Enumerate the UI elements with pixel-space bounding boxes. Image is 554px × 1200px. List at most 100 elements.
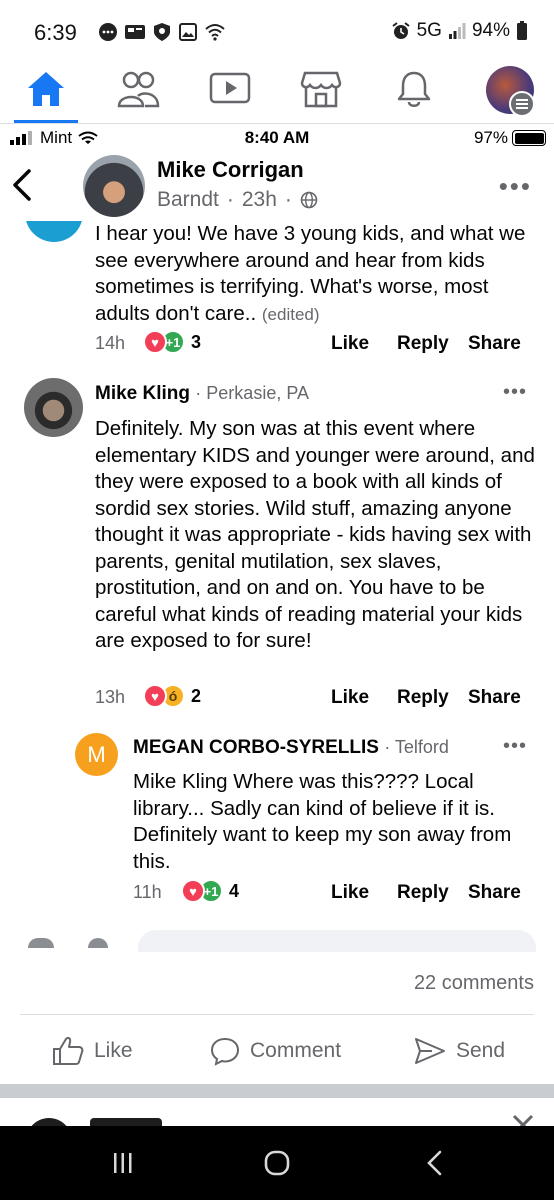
divider bbox=[20, 1014, 534, 1015]
watch-tab[interactable] bbox=[207, 66, 253, 112]
home-circle-icon bbox=[264, 1150, 290, 1176]
heart-reaction-icon: ♥ bbox=[143, 330, 167, 354]
comment-text: Definitely. My son was at this event whe… bbox=[95, 417, 535, 652]
author-avatar[interactable] bbox=[83, 155, 145, 217]
notifications-tab[interactable] bbox=[391, 66, 437, 112]
reaction-summary[interactable]: ♥ ó 2 bbox=[143, 684, 201, 708]
reply-button[interactable]: Reply bbox=[397, 882, 449, 904]
reaction-count: 4 bbox=[229, 880, 240, 901]
ios-battery: 97% bbox=[474, 128, 546, 148]
commenter-location: · Perkasie, PA bbox=[195, 383, 310, 403]
reaction-summary[interactable]: ♥ +1 4 bbox=[181, 879, 239, 903]
marketplace-icon bbox=[300, 71, 342, 108]
home-button[interactable] bbox=[262, 1148, 292, 1178]
commenter-location: · Telford bbox=[384, 737, 449, 757]
heart-reaction-icon: ♥ bbox=[143, 684, 167, 708]
like-button[interactable]: Like bbox=[331, 882, 369, 904]
post-comment-button[interactable]: Comment bbox=[210, 1036, 341, 1066]
close-icon[interactable] bbox=[510, 1112, 536, 1126]
reply-button[interactable]: Reply bbox=[397, 333, 449, 355]
post-age[interactable]: 23h bbox=[242, 188, 277, 212]
messenger-icon bbox=[99, 23, 117, 41]
comment-icon bbox=[210, 1037, 240, 1066]
comment-actions: 14h ♥ +1 3 Like Reply Share bbox=[95, 330, 535, 356]
comment-actions: 13h ♥ ó 2 Like Reply Share bbox=[95, 684, 535, 710]
commenter-name[interactable]: Mike Kling bbox=[95, 383, 190, 404]
comment-actions: 11h ♥ +1 4 Like Reply Share bbox=[133, 879, 533, 905]
group-name[interactable]: Barndt bbox=[157, 188, 219, 212]
comment-input-bar[interactable] bbox=[138, 930, 536, 952]
ios-status-bar: Mint 8:40 AM 97% bbox=[0, 125, 554, 151]
active-tab-indicator bbox=[14, 120, 78, 123]
watch-icon bbox=[209, 72, 251, 104]
post-meta: Barndt · 23h · bbox=[157, 188, 318, 212]
back-chevron-icon bbox=[427, 1150, 442, 1176]
comments-count[interactable]: 22 comments bbox=[414, 972, 534, 995]
author-name[interactable]: Mike Corrigan bbox=[157, 157, 304, 183]
like-button[interactable]: Like bbox=[331, 687, 369, 709]
gallery-icon bbox=[179, 23, 197, 41]
feed-separator bbox=[0, 1084, 554, 1098]
post-action-bar: Like Comment Send bbox=[0, 1030, 554, 1076]
truncated-comment-area bbox=[0, 920, 554, 952]
battery-icon bbox=[512, 130, 546, 146]
like-label: Like bbox=[94, 1039, 133, 1062]
battery-percent: 94% bbox=[471, 20, 510, 41]
edited-label[interactable]: (edited) bbox=[262, 305, 320, 324]
ios-clock: 8:40 AM bbox=[244, 128, 310, 147]
next-post-author bbox=[90, 1118, 162, 1126]
next-post-avatar[interactable] bbox=[26, 1118, 72, 1126]
shield-icon bbox=[154, 23, 170, 41]
thumbs-up-icon bbox=[53, 1037, 84, 1065]
battery-icon bbox=[517, 21, 527, 40]
alarm-icon bbox=[392, 22, 410, 39]
share-button[interactable]: Share bbox=[468, 687, 521, 709]
comment-time[interactable]: 14h bbox=[95, 333, 125, 354]
next-post-peek bbox=[0, 1098, 554, 1126]
home-icon bbox=[28, 72, 64, 106]
comment-time[interactable]: 13h bbox=[95, 687, 125, 708]
reaction-summary[interactable]: ♥ +1 3 bbox=[143, 330, 201, 354]
like-button[interactable]: Like bbox=[331, 333, 369, 355]
truncated-avatar bbox=[88, 938, 108, 948]
comment-more-options-icon[interactable]: ••• bbox=[503, 381, 527, 404]
share-button[interactable]: Share bbox=[468, 882, 521, 904]
recents-button[interactable] bbox=[108, 1148, 138, 1178]
commenter-name-line: MEGAN CORBO-SYRELLIS · Telford bbox=[133, 737, 449, 759]
commenter-avatar[interactable]: M bbox=[75, 733, 118, 776]
meta-separator: · bbox=[284, 188, 292, 211]
signal-icon bbox=[448, 23, 466, 39]
send-icon bbox=[415, 1038, 445, 1064]
status-time: 6:39 bbox=[34, 20, 77, 45]
android-status-bar: 6:39 5G 94% bbox=[0, 0, 554, 62]
truncated-avatar bbox=[28, 938, 54, 948]
commenter-name[interactable]: MEGAN CORBO-SYRELLIS bbox=[133, 737, 379, 758]
status-right: 5G 94% bbox=[391, 20, 528, 42]
comment-text: Mike Kling Where was this???? Local libr… bbox=[133, 770, 512, 873]
commenter-avatar[interactable] bbox=[24, 378, 83, 437]
reaction-count: 3 bbox=[191, 331, 202, 352]
notifications-icon bbox=[397, 71, 431, 107]
reply-button[interactable]: Reply bbox=[397, 687, 449, 709]
post-header: Mike Corrigan Barndt · 23h · ••• bbox=[0, 151, 554, 221]
back-button[interactable] bbox=[420, 1148, 450, 1178]
wifi-icon bbox=[205, 24, 225, 41]
post-send-button[interactable]: Send bbox=[414, 1036, 505, 1066]
home-tab[interactable] bbox=[23, 66, 69, 112]
globe-icon bbox=[300, 191, 318, 209]
menu-icon[interactable] bbox=[509, 91, 535, 117]
heart-reaction-icon: ♥ bbox=[181, 879, 205, 903]
share-button[interactable]: Share bbox=[468, 333, 521, 355]
comment-more-options-icon[interactable]: ••• bbox=[503, 735, 527, 758]
reaction-count: 2 bbox=[191, 685, 202, 706]
post-more-options-icon[interactable]: ••• bbox=[499, 171, 532, 202]
post-like-button[interactable]: Like bbox=[52, 1036, 133, 1066]
comment-label: Comment bbox=[250, 1039, 342, 1062]
send-label: Send bbox=[456, 1039, 506, 1062]
friends-icon bbox=[117, 71, 160, 108]
android-navigation-bar bbox=[0, 1126, 554, 1200]
comment-time[interactable]: 11h bbox=[133, 882, 162, 903]
friends-tab[interactable] bbox=[115, 66, 161, 112]
back-arrow-icon[interactable] bbox=[10, 168, 34, 202]
marketplace-tab[interactable] bbox=[298, 66, 344, 112]
